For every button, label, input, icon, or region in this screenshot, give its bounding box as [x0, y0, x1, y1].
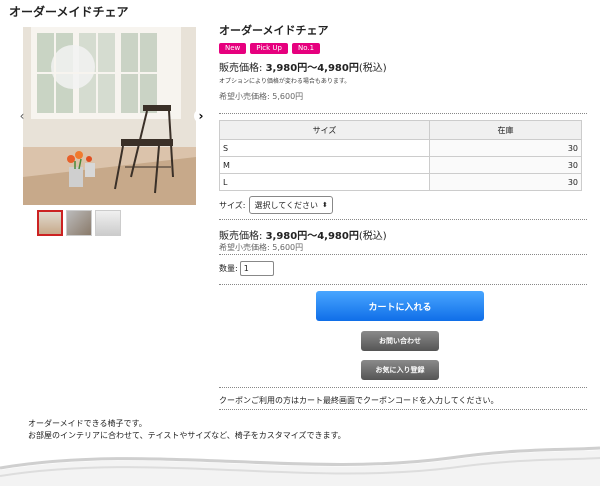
divider	[219, 219, 587, 220]
stock-table-wrap: サイズ 在庫 S 30 M 30 L 30	[219, 120, 582, 191]
table-row: S 30	[219, 139, 582, 157]
price2-tax: (税込)	[358, 231, 387, 242]
price-line: 販売価格: 3,980円〜4,980円(税込)	[219, 59, 587, 74]
updown-arrow-icon: ⬍	[322, 201, 328, 209]
retail-value: 5,600円	[272, 92, 304, 101]
quantity-label: 数量:	[219, 264, 238, 273]
add-to-cart-button[interactable]: カートに入れる	[316, 291, 484, 321]
divider	[219, 113, 587, 114]
table-row: M 30	[219, 156, 582, 174]
description-line: オーダーメイドできる椅子です。	[28, 419, 147, 428]
size-selector: サイズ: 選択してください ⬍	[219, 196, 333, 214]
price2-label: 販売価格:	[219, 231, 263, 242]
product-gallery: ‹ ›	[17, 27, 209, 239]
stock-table: サイズ 在庫 S 30 M 30 L 30	[219, 120, 582, 191]
badge-list: New Pick Up No.1	[219, 43, 587, 54]
divider	[219, 284, 587, 285]
stock-size: S	[219, 139, 430, 157]
divider	[219, 409, 587, 410]
size-select-value: 選択してください	[254, 200, 318, 210]
next-image-arrow-icon[interactable]: ›	[194, 109, 208, 123]
price-tax: (税込)	[358, 63, 387, 74]
quantity-row: 数量: 1	[219, 261, 274, 276]
option-note: オプションにより価格が変わる場合もあります。	[219, 78, 351, 85]
retail-label: 希望小売価格:	[219, 92, 270, 101]
main-product-photo	[23, 27, 196, 205]
price2-retail: 希望小売価格: 5,600円	[219, 243, 304, 252]
retail-price: 希望小売価格: 5,600円	[219, 91, 587, 102]
inquiry-button[interactable]: お問い合わせ	[361, 331, 439, 351]
size-select[interactable]: 選択してください ⬍	[249, 196, 333, 214]
quantity-input[interactable]: 1	[239, 261, 274, 276]
thumbnail-1[interactable]	[37, 210, 63, 236]
size-label: サイズ:	[219, 200, 246, 210]
prev-image-arrow-icon[interactable]: ‹	[15, 109, 29, 123]
stock-size: L	[219, 173, 430, 191]
thumbnail-2[interactable]	[66, 210, 92, 236]
divider	[219, 387, 587, 388]
price-value: 3,980円〜4,980円	[265, 63, 359, 74]
decorative-waves	[0, 446, 600, 486]
stock-count: 30	[429, 173, 582, 191]
stock-header-stock: 在庫	[429, 120, 582, 140]
table-row: L 30	[219, 173, 582, 191]
product-details: オーダーメイドチェア New Pick Up No.1 販売価格: 3,980円…	[219, 22, 587, 102]
thumbnail-3[interactable]	[95, 210, 121, 236]
product-description: オーダーメイドできる椅子です。 お部屋のインテリアに合わせて、テイストやサイズな…	[28, 418, 346, 442]
thumbnail-strip	[37, 210, 121, 236]
badge-new: New	[219, 43, 247, 54]
stock-header-size: サイズ	[219, 120, 430, 140]
stock-size: M	[219, 156, 430, 174]
price-summary: 販売価格: 3,980円〜4,980円(税込) 希望小売価格: 5,600円	[219, 227, 387, 253]
coupon-notice: クーポンご利用の方はカート最終画面でクーポンコードを入力してください。	[219, 396, 499, 405]
page-title: オーダーメイドチェア	[9, 5, 129, 19]
favorite-button[interactable]: お気に入り登録	[361, 360, 439, 380]
product-name: オーダーメイドチェア	[219, 24, 329, 37]
price2-value: 3,980円〜4,980円	[265, 231, 359, 242]
divider	[219, 254, 587, 255]
stock-count: 30	[429, 139, 582, 157]
badge-pickup: Pick Up	[250, 43, 288, 54]
stock-count: 30	[429, 156, 582, 174]
badge-no1: No.1	[292, 43, 321, 54]
price-label: 販売価格:	[219, 63, 263, 74]
